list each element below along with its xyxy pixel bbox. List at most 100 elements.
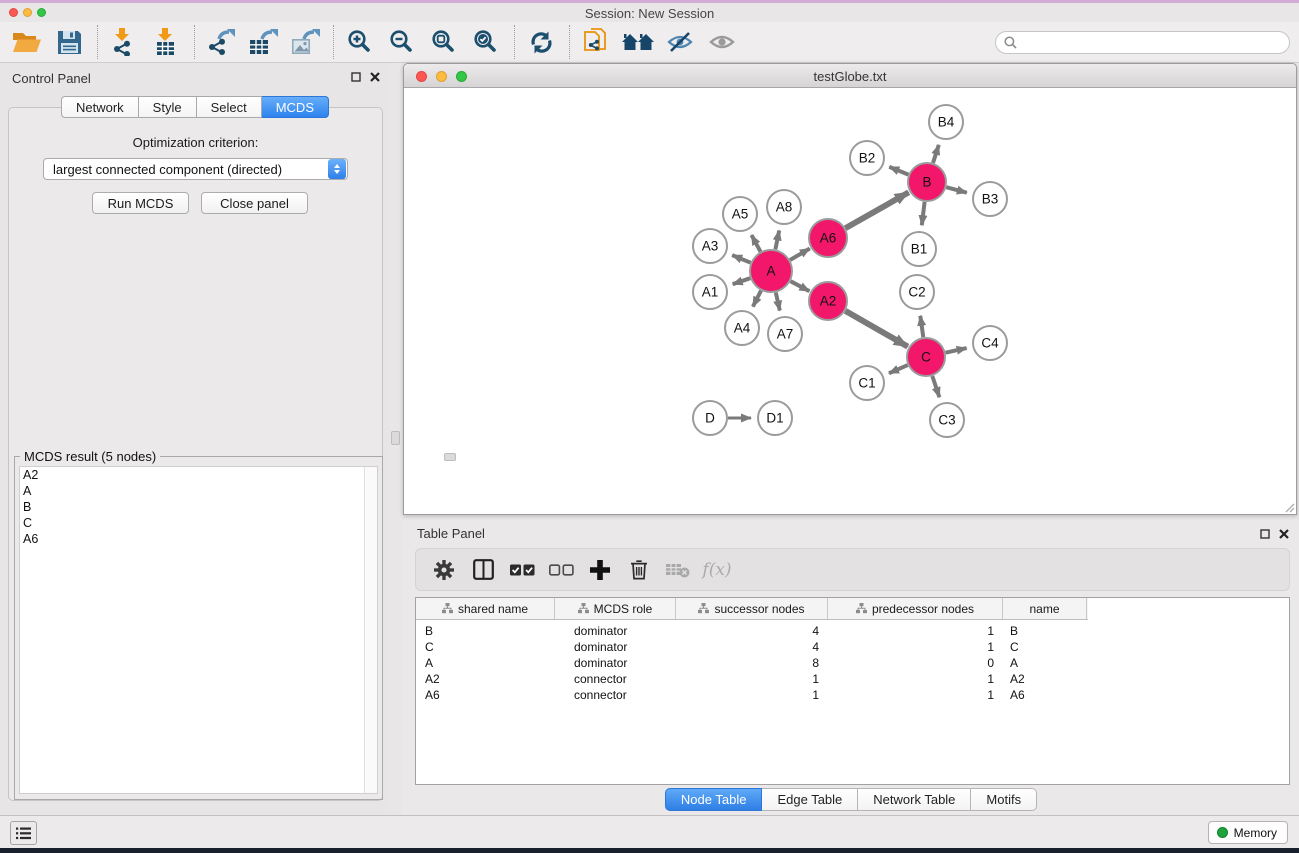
delete-table-icon-disabled[interactable] bbox=[665, 557, 691, 583]
edge-A-A6[interactable] bbox=[790, 249, 810, 261]
edge-B-B2[interactable] bbox=[889, 167, 908, 175]
node-A8[interactable]: A8 bbox=[767, 190, 801, 224]
list-item[interactable]: A bbox=[20, 483, 377, 499]
open-folder-icon[interactable] bbox=[10, 26, 44, 58]
network-canvas[interactable]: AA6A2BCA5A8A3A1A4A7B2B4B3B1C2C4C1C3DD1 bbox=[404, 89, 1296, 514]
node-B3[interactable]: B3 bbox=[973, 182, 1007, 216]
table-cell[interactable]: dominator bbox=[555, 640, 676, 654]
network-window-titlebar[interactable]: testGlobe.txt bbox=[404, 64, 1296, 88]
resize-grip-icon[interactable] bbox=[1283, 501, 1295, 513]
close-panel-icon[interactable] bbox=[370, 72, 380, 82]
table-cell[interactable]: 1 bbox=[828, 672, 1003, 686]
table-cell[interactable]: 4 bbox=[676, 624, 828, 638]
column-header-MCDS-role[interactable]: MCDS role bbox=[555, 598, 676, 619]
node-C[interactable]: C bbox=[907, 338, 945, 376]
column-header-predecessor-nodes[interactable]: predecessor nodes bbox=[828, 598, 1003, 619]
edge-B-B1[interactable] bbox=[922, 202, 925, 225]
function-builder-icon-disabled[interactable]: f(x) bbox=[704, 557, 730, 583]
edge-A6-B[interactable] bbox=[845, 192, 908, 228]
edge-B-B4[interactable] bbox=[933, 145, 939, 163]
clone-network-icon[interactable] bbox=[579, 26, 613, 58]
import-table-icon[interactable] bbox=[149, 26, 183, 58]
table-cell[interactable]: 1 bbox=[676, 672, 828, 686]
table-cell[interactable]: A6 bbox=[416, 688, 555, 702]
export-network-icon[interactable] bbox=[204, 26, 238, 58]
float-panel-icon[interactable] bbox=[1260, 529, 1270, 539]
node-A7[interactable]: A7 bbox=[768, 317, 802, 351]
edge-A2-C[interactable] bbox=[845, 311, 907, 347]
node-B2[interactable]: B2 bbox=[850, 141, 884, 175]
edge-C-C4[interactable] bbox=[946, 348, 967, 353]
criterion-dropdown[interactable]: largest connected component (directed) bbox=[43, 158, 348, 180]
edge-A-A7[interactable] bbox=[776, 293, 780, 311]
add-column-icon[interactable] bbox=[587, 557, 613, 583]
search-field[interactable] bbox=[995, 31, 1290, 54]
zoom-fit-icon[interactable] bbox=[427, 26, 461, 58]
columns-icon[interactable] bbox=[470, 557, 496, 583]
node-A1[interactable]: A1 bbox=[693, 275, 727, 309]
column-header-shared-name[interactable]: shared name bbox=[416, 598, 555, 619]
close-panel-button[interactable]: Close panel bbox=[201, 192, 308, 214]
node-C4[interactable]: C4 bbox=[973, 326, 1007, 360]
table-cell[interactable]: 1 bbox=[676, 688, 828, 702]
zoom-in-icon[interactable] bbox=[343, 26, 377, 58]
task-history-button[interactable] bbox=[10, 821, 37, 845]
import-network-icon[interactable] bbox=[107, 26, 141, 58]
tab-edge-table[interactable]: Edge Table bbox=[762, 788, 858, 811]
splitter-grip-icon[interactable] bbox=[391, 431, 400, 445]
close-panel-icon[interactable] bbox=[1279, 529, 1289, 539]
node-A3[interactable]: A3 bbox=[693, 229, 727, 263]
edge-A-A1[interactable] bbox=[733, 278, 751, 284]
edge-A-A8[interactable] bbox=[775, 231, 779, 250]
table-cell[interactable]: 4 bbox=[676, 640, 828, 654]
panel-splitter[interactable] bbox=[390, 63, 403, 815]
memory-button[interactable]: Memory bbox=[1208, 821, 1288, 844]
edge-C-C2[interactable] bbox=[920, 316, 923, 337]
result-scrollbar[interactable] bbox=[364, 467, 377, 793]
node-D[interactable]: D bbox=[693, 401, 727, 435]
save-icon[interactable] bbox=[52, 26, 86, 58]
table-cell[interactable]: C bbox=[416, 640, 555, 654]
table-cell[interactable]: A2 bbox=[416, 672, 555, 686]
edge-C-C1[interactable] bbox=[889, 365, 908, 373]
network-graph[interactable]: AA6A2BCA5A8A3A1A4A7B2B4B3B1C2C4C1C3DD1 bbox=[404, 89, 1296, 514]
edge-B-B3[interactable] bbox=[946, 187, 967, 193]
home-networks-icon[interactable] bbox=[621, 26, 655, 58]
table-cell[interactable]: A bbox=[416, 656, 555, 670]
tab-node-table[interactable]: Node Table bbox=[665, 788, 763, 811]
zoom-selected-icon[interactable] bbox=[469, 26, 503, 58]
export-table-icon[interactable] bbox=[246, 26, 280, 58]
table-cell[interactable]: B bbox=[416, 624, 555, 638]
horizontal-splitter-grip[interactable] bbox=[444, 453, 456, 461]
select-all-checkboxes-icon[interactable] bbox=[509, 557, 535, 583]
table-cell[interactable]: A bbox=[1003, 656, 1087, 670]
list-item[interactable]: A2 bbox=[20, 467, 377, 483]
tab-network[interactable]: Network bbox=[61, 96, 139, 118]
table-cell[interactable]: A2 bbox=[1003, 672, 1087, 686]
table-cell[interactable]: connector bbox=[555, 688, 676, 702]
node-C1[interactable]: C1 bbox=[850, 366, 884, 400]
node-B1[interactable]: B1 bbox=[902, 232, 936, 266]
table-cell[interactable]: 1 bbox=[828, 640, 1003, 654]
edge-A-A3[interactable] bbox=[732, 255, 750, 263]
run-mcds-button[interactable]: Run MCDS bbox=[92, 192, 189, 214]
table-cell[interactable]: 1 bbox=[828, 624, 1003, 638]
list-item[interactable]: A6 bbox=[20, 531, 377, 547]
search-input[interactable] bbox=[1022, 36, 1289, 50]
node-A[interactable]: A bbox=[750, 250, 792, 292]
table-cell[interactable]: dominator bbox=[555, 656, 676, 670]
edge-A-A4[interactable] bbox=[753, 291, 761, 307]
table-cell[interactable]: A6 bbox=[1003, 688, 1087, 702]
node-A4[interactable]: A4 bbox=[725, 311, 759, 345]
table-cell[interactable]: 0 bbox=[828, 656, 1003, 670]
list-item[interactable]: C bbox=[20, 515, 377, 531]
node-C2[interactable]: C2 bbox=[900, 275, 934, 309]
edge-A-A5[interactable] bbox=[752, 235, 761, 252]
deselect-all-checkboxes-icon[interactable] bbox=[548, 557, 574, 583]
hide-unselected-eye-icon[interactable] bbox=[663, 26, 697, 58]
gear-icon[interactable] bbox=[431, 557, 457, 583]
zoom-out-icon[interactable] bbox=[385, 26, 419, 58]
node-A2[interactable]: A2 bbox=[809, 282, 847, 320]
tab-select[interactable]: Select bbox=[197, 96, 262, 118]
table-cell[interactable]: 8 bbox=[676, 656, 828, 670]
